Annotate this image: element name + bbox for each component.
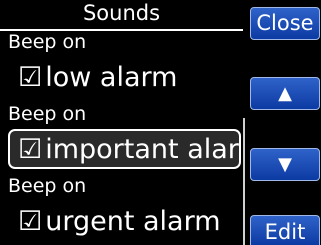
page-title: Sounds [82, 1, 161, 25]
checkbox-checked-icon[interactable]: ☑ [18, 59, 42, 97]
item-label: important alar. [45, 134, 241, 165]
item-label: low alarm [45, 62, 178, 93]
group-label: Beep on [8, 175, 87, 197]
list-item-important-alarm[interactable]: ☑ important alar. [8, 129, 241, 169]
checkbox-checked-icon[interactable]: ☑ [18, 203, 42, 241]
list-item-urgent-alarm[interactable]: ☑ urgent alarm [8, 203, 241, 243]
scroll-up-button[interactable]: ▲ [250, 77, 320, 110]
checkbox-checked-icon[interactable]: ☑ [18, 131, 42, 167]
scroll-down-button[interactable]: ▼ [250, 148, 320, 181]
group-label: Beep on [8, 103, 87, 125]
arrow-down-icon: ▼ [278, 154, 292, 175]
scrollbar[interactable] [243, 118, 245, 245]
sound-settings-list: Beep on ☑ low alarm Beep on ☑ important al… [0, 31, 246, 245]
edit-button[interactable]: Edit [250, 215, 320, 245]
close-button[interactable]: Close [250, 7, 320, 40]
sounds-screen: Sounds Beep on ☑ low alarm Beep on ☑ impor… [0, 0, 321, 245]
group-label: Beep on [8, 31, 87, 53]
list-item-low-alarm[interactable]: ☑ low alarm [8, 59, 241, 99]
item-label: urgent alarm [45, 206, 221, 237]
arrow-up-icon: ▲ [278, 83, 292, 104]
